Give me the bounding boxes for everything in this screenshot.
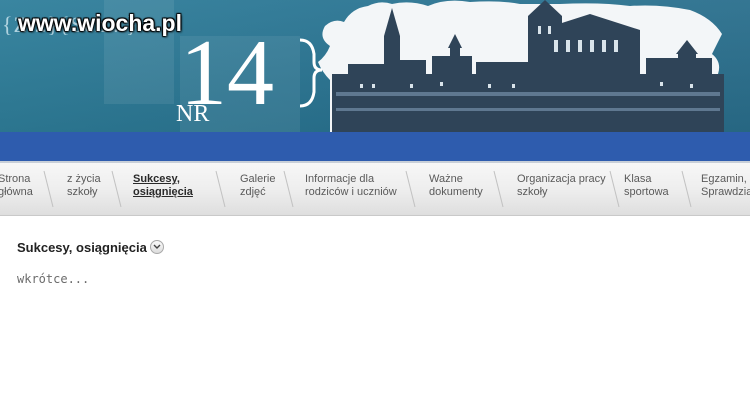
main-navigation: Strona główna z życia szkoły Sukcesy, os… (0, 163, 750, 216)
page-title: Sukcesy, osiągnięcia (17, 240, 147, 255)
chevron-down-icon (153, 244, 161, 249)
site-header: {Z...}{Sch...} 14 NR www.wiocha.pl (0, 0, 750, 132)
collapse-toggle-button[interactable] (150, 240, 164, 254)
nav-separator (283, 170, 294, 208)
header-blue-band (0, 132, 750, 162)
nav-separator (43, 170, 54, 208)
nav-item-home[interactable]: Strona główna (0, 173, 33, 199)
nav-item-school-life[interactable]: z życia szkoły (67, 173, 101, 199)
nav-item-school-organization[interactable]: Organizacja pracy szkoły (517, 173, 606, 199)
nav-item-photo-gallery[interactable]: Galerie zdjęć (240, 173, 275, 199)
nav-separator (681, 170, 692, 208)
nav-item-parents-info[interactable]: Informacje dla rodziców i uczniów (305, 173, 397, 199)
page-content-text: wkrótce... (17, 272, 90, 286)
nav-separator (215, 170, 226, 208)
nav-item-achievements[interactable]: Sukcesy, osiągnięcia (133, 173, 193, 199)
watermark-text: www.wiocha.pl (18, 10, 182, 36)
nav-item-exams[interactable]: Egzamin, Sprawdzian (701, 173, 750, 199)
nav-item-sports-class[interactable]: Klasa sportowa (624, 173, 669, 199)
nav-separator (493, 170, 504, 208)
nav-separator (609, 170, 620, 208)
nav-separator (405, 170, 416, 208)
nav-item-documents[interactable]: Ważne dokumenty (429, 173, 483, 199)
nav-separator (111, 170, 122, 208)
